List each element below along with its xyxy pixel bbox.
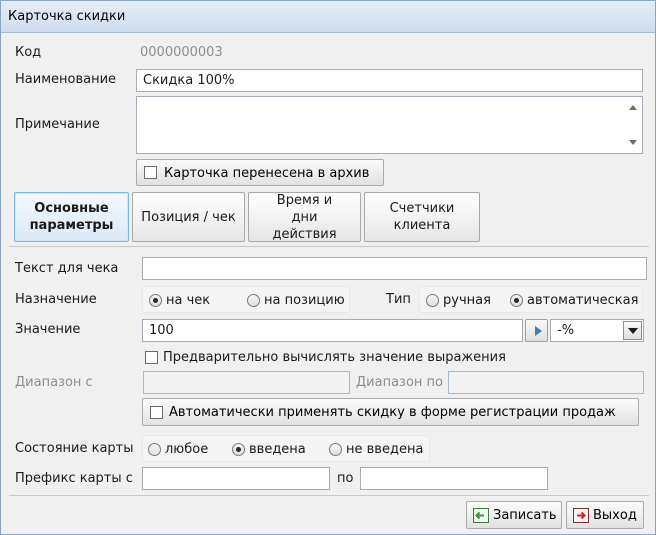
type-automatic-label: автоматическая (527, 293, 639, 308)
precalc-label: Предварительно вычислять значение выраже… (163, 350, 506, 365)
save-button[interactable]: Записать (466, 501, 562, 529)
name-label: Наименование (15, 72, 117, 87)
exit-button-label: Выход (593, 508, 637, 523)
note-scrollbar[interactable] (625, 97, 642, 153)
type-label: Тип (386, 292, 411, 307)
scroll-down-icon[interactable] (629, 140, 637, 145)
receipt-text-input[interactable] (142, 257, 647, 280)
purpose-radio-group: на чек на позицию (142, 286, 350, 313)
tab-position-receipt-label: Позиция / чек (141, 209, 236, 225)
card-prefix-label: Префикс карты с (15, 471, 133, 486)
card-state-not-entered-radio[interactable] (329, 443, 342, 456)
exit-button[interactable]: Выход (566, 501, 644, 529)
card-state-label: Состояние карты (15, 441, 134, 456)
note-textarea[interactable] (136, 96, 643, 154)
name-input[interactable]: Скидка 100% (136, 69, 643, 92)
scroll-up-icon[interactable] (629, 105, 637, 110)
tab-position-receipt[interactable]: Позиция / чек (132, 192, 245, 242)
type-manual-label: ручная (443, 293, 491, 308)
card-state-entered-radio[interactable] (232, 443, 245, 456)
footer-divider (9, 495, 649, 496)
archive-checkbox-button[interactable]: Карточка перенесена в архив (136, 159, 384, 186)
value-expression-button[interactable] (525, 319, 548, 342)
play-arrow-icon (535, 326, 542, 336)
value-unit-select[interactable]: -% (550, 319, 644, 342)
card-state-radio-group: любое введена не введена (142, 435, 430, 462)
type-manual-radio[interactable] (426, 294, 439, 307)
purpose-position-label: на позицию (264, 293, 345, 308)
card-prefix-to-input[interactable] (360, 467, 548, 490)
tab-time-days-label: Время и дни действия (272, 192, 337, 242)
code-value: 0000000003 (140, 45, 223, 60)
tab-client-counters-label: Счетчики клиента (389, 201, 455, 233)
range-from-input[interactable] (143, 371, 350, 394)
range-to-input[interactable] (448, 371, 644, 394)
auto-apply-checkbox-button[interactable]: Автоматически применять скидку в форме р… (142, 398, 639, 426)
purpose-receipt-label: на чек (166, 293, 211, 308)
card-state-any-label: любое (165, 442, 209, 457)
purpose-label: Назначение (15, 292, 97, 307)
card-state-entered-label: введена (249, 442, 306, 457)
range-to-label: Диапазон по (356, 375, 443, 390)
purpose-receipt-radio[interactable] (149, 294, 162, 307)
receipt-text-label: Текст для чека (15, 261, 119, 276)
exit-icon (573, 508, 589, 523)
window-title: Карточка скидки (8, 9, 126, 24)
value-input[interactable]: 100 (142, 319, 523, 342)
purpose-position-radio[interactable] (247, 294, 260, 307)
archive-label: Карточка перенесена в архив (164, 166, 370, 181)
discount-card-window: Карточка скидки Код 0000000003 Наименова… (0, 0, 656, 535)
card-state-not-entered-label: не введена (346, 442, 424, 457)
tab-time-days[interactable]: Время и дни действия (248, 192, 361, 242)
card-prefix-to-label: по (337, 471, 354, 486)
code-label: Код (15, 45, 42, 60)
archive-checkbox[interactable] (144, 166, 157, 179)
tab-main-parameters[interactable]: Основные параметры (14, 192, 129, 242)
save-icon (473, 508, 489, 523)
tab-main-parameters-label: Основные параметры (29, 201, 114, 233)
range-from-label: Диапазон с (15, 375, 93, 390)
tabs-divider (9, 246, 649, 247)
chevron-down-icon[interactable] (623, 321, 642, 340)
value-unit-text: -% (557, 323, 575, 338)
auto-apply-checkbox[interactable] (150, 406, 163, 419)
precalc-checkbox[interactable] (145, 351, 158, 364)
auto-apply-label: Автоматически применять скидку в форме р… (169, 405, 616, 420)
save-button-label: Записать (493, 508, 557, 523)
note-label: Примечание (15, 117, 100, 132)
type-automatic-radio[interactable] (510, 294, 523, 307)
title-bar: Карточка скидки (1, 1, 655, 33)
tab-client-counters[interactable]: Счетчики клиента (364, 192, 480, 242)
card-prefix-from-input[interactable] (142, 467, 330, 490)
value-label: Значение (15, 322, 81, 337)
card-state-any-radio[interactable] (148, 443, 161, 456)
type-radio-group: ручная автоматическая (419, 286, 643, 313)
